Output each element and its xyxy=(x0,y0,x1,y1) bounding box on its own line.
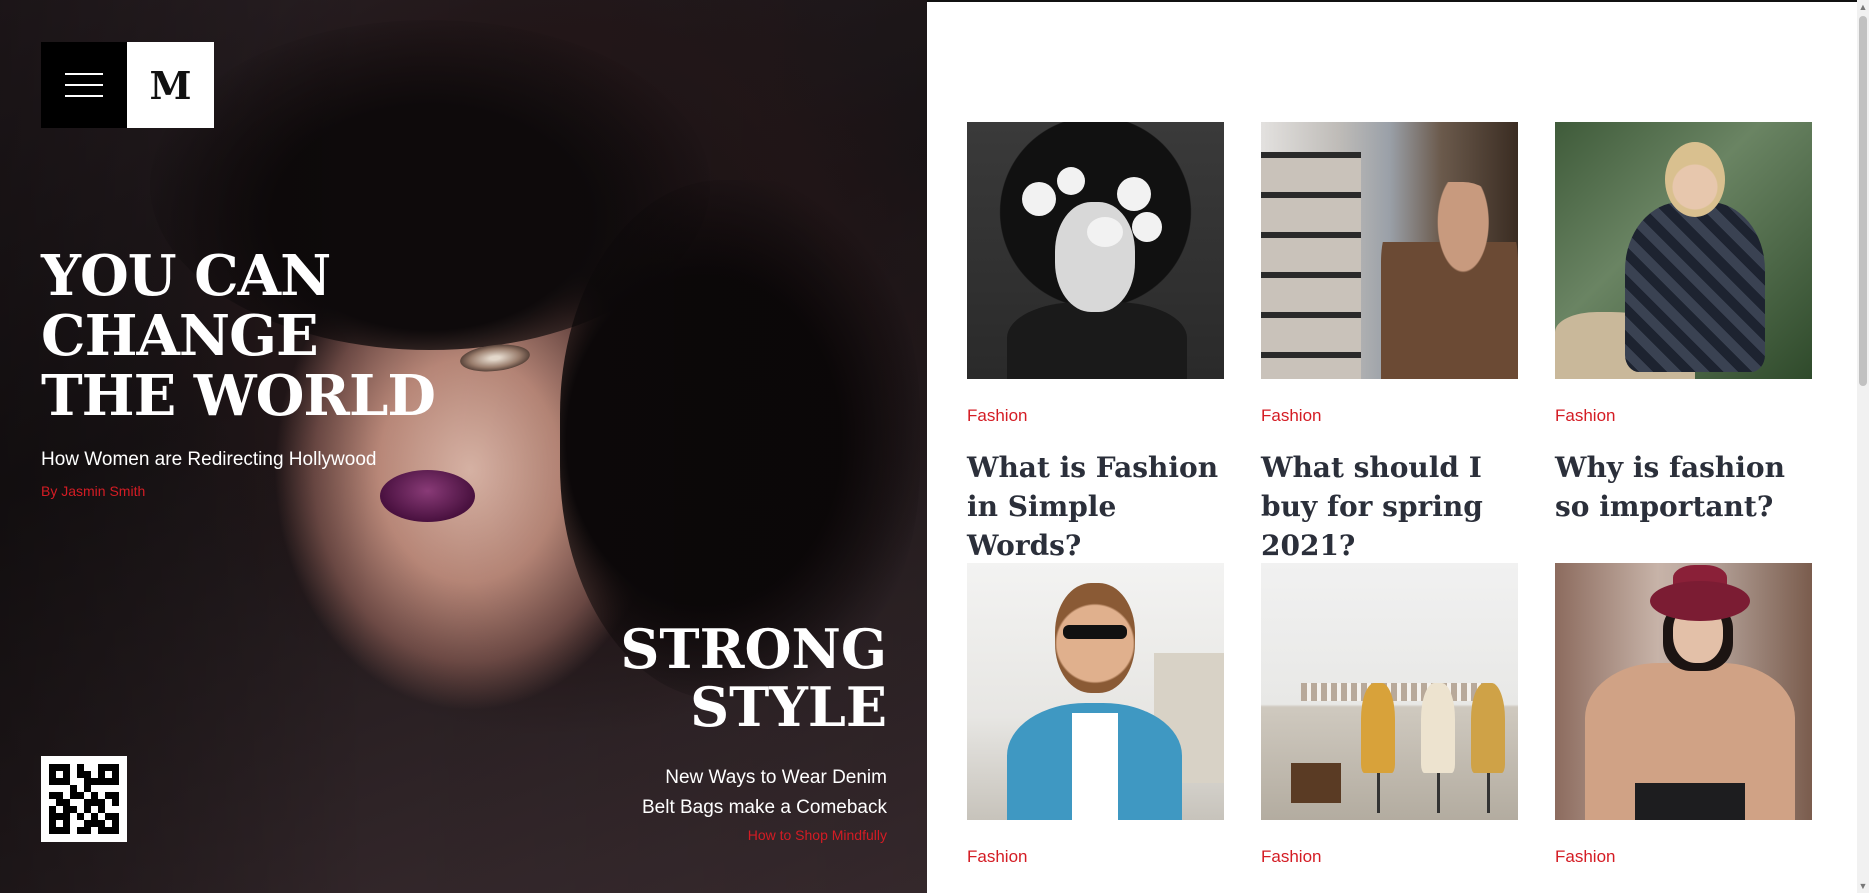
article-category[interactable]: Fashion xyxy=(1261,406,1321,426)
hamburger-menu-icon[interactable] xyxy=(41,42,127,128)
hero-title-line: THE WORLD xyxy=(41,363,436,429)
article-title[interactable]: What should I buy for spring 2021? xyxy=(1261,448,1518,565)
hero-image-shade xyxy=(0,0,927,893)
hero-section: M YOU CAN CHANGE THE WORLD How Women are… xyxy=(0,0,927,893)
hero-byline[interactable]: By Jasmin Smith xyxy=(41,483,145,499)
article-title[interactable]: Why is fashion so important? xyxy=(1555,448,1812,526)
article-card[interactable]: Fashion Why is fashion so important? xyxy=(1555,122,1812,523)
article-image[interactable] xyxy=(1555,122,1812,379)
article-image[interactable] xyxy=(967,563,1224,820)
article-image[interactable] xyxy=(967,122,1224,379)
scrollbar-thumb[interactable] xyxy=(1859,16,1867,386)
article-category[interactable]: Fashion xyxy=(1261,847,1321,867)
hero-subtitle-link[interactable]: How Women are Redirecting Hollywood xyxy=(41,449,376,471)
vertical-scrollbar[interactable]: ▲ ▼ xyxy=(1857,0,1869,893)
hero-title-line: YOU CAN xyxy=(41,243,331,309)
article-card[interactable]: Fashion xyxy=(1261,563,1518,866)
side-links: New Ways to Wear Denim Belt Bags make a … xyxy=(642,763,887,823)
article-category[interactable]: Fashion xyxy=(1555,406,1615,426)
qr-code-icon xyxy=(41,756,127,842)
article-card[interactable]: Fashion xyxy=(1555,563,1812,866)
side-link-shop-mindfully[interactable]: How to Shop Mindfully xyxy=(748,827,887,843)
article-image[interactable] xyxy=(1555,563,1812,820)
site-logo[interactable]: M xyxy=(127,42,214,128)
article-card[interactable]: Fashion What is Fashion in Simple Words? xyxy=(967,122,1224,562)
article-image[interactable] xyxy=(1261,122,1518,379)
article-category[interactable]: Fashion xyxy=(967,847,1027,867)
hero-title[interactable]: YOU CAN CHANGE THE WORLD xyxy=(41,243,436,429)
article-card[interactable]: Fashion xyxy=(967,563,1224,866)
article-title[interactable]: What is Fashion in Simple Words? xyxy=(967,448,1224,565)
hero-title-line: CHANGE xyxy=(41,303,319,369)
strong-style-line: STYLE xyxy=(690,675,887,739)
strong-style-title[interactable]: STRONG STYLE xyxy=(620,620,887,736)
scroll-up-arrow-icon[interactable]: ▲ xyxy=(1857,0,1869,14)
side-link-denim[interactable]: New Ways to Wear Denim xyxy=(642,763,887,793)
article-image[interactable] xyxy=(1261,563,1518,820)
strong-style-line: STRONG xyxy=(620,617,887,681)
scroll-down-arrow-icon[interactable]: ▼ xyxy=(1857,879,1869,893)
article-category[interactable]: Fashion xyxy=(967,406,1027,426)
top-border xyxy=(927,0,1857,2)
article-card[interactable]: Fashion What should I buy for spring 202… xyxy=(1261,122,1518,562)
article-category[interactable]: Fashion xyxy=(1555,847,1615,867)
side-link-belt-bags[interactable]: Belt Bags make a Comeback xyxy=(642,793,887,823)
